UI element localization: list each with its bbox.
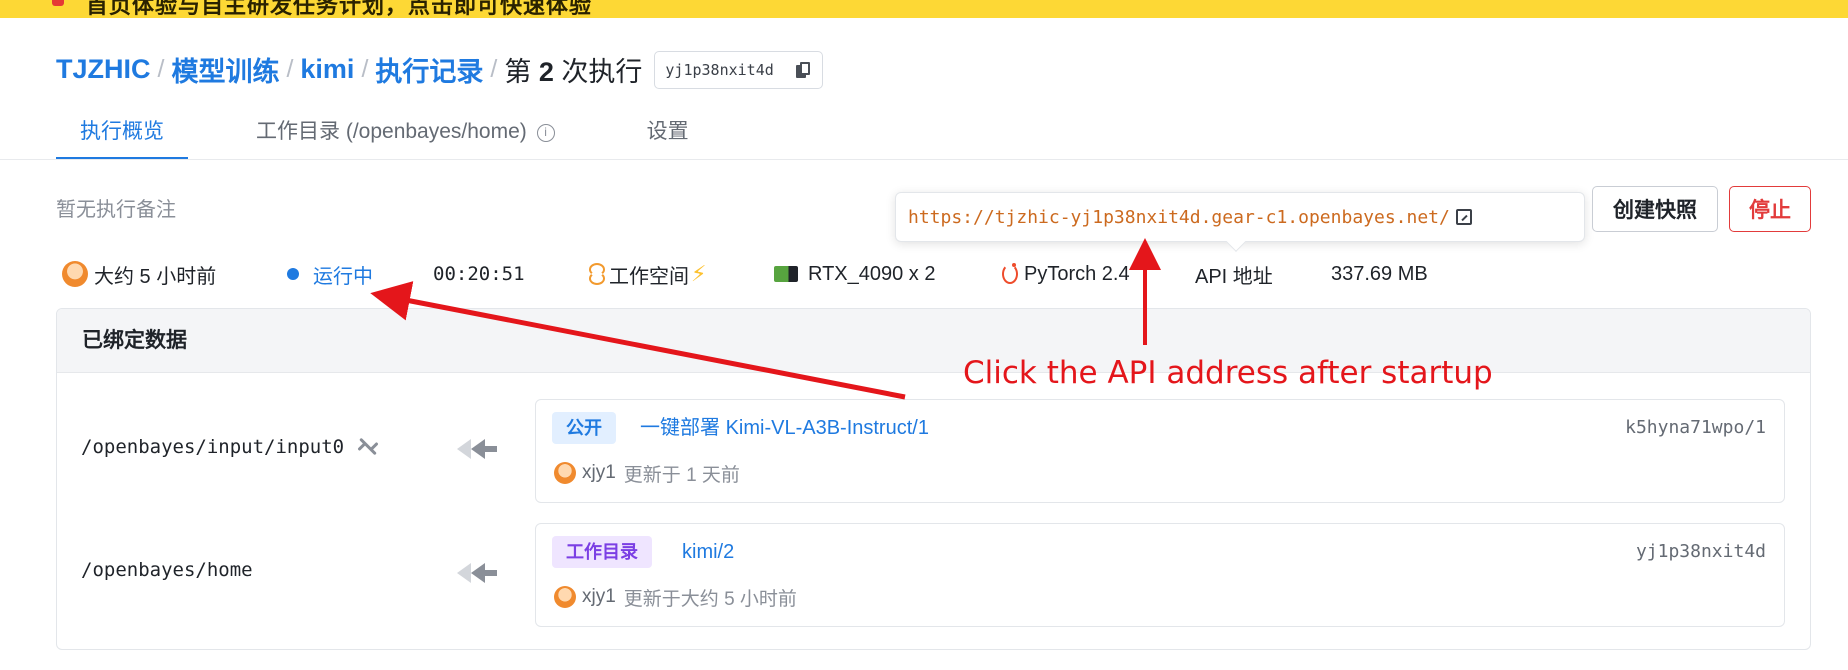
breadcrumb-separator: /	[490, 55, 498, 83]
avatar	[554, 586, 576, 608]
external-link-icon[interactable]	[1455, 209, 1472, 225]
avatar	[554, 462, 576, 484]
run-id-text: yj1p38nxit4d	[665, 60, 774, 79]
nvidia-gpu-icon	[774, 266, 798, 282]
tab-overview[interactable]: 执行概览	[56, 116, 188, 160]
breadcrumb-separator: /	[361, 55, 369, 83]
notice-bar[interactable]: 首页体验与自主研发任务计划，点击即可快速体验	[0, 0, 1848, 18]
binding-row: /openbayes/home 工作目录 kimi/2 yj1p38nxit4d…	[57, 523, 1810, 627]
binding-source-link[interactable]: kimi/2	[682, 536, 734, 568]
tag-workdir: 工作目录	[552, 536, 652, 568]
status-dot-icon	[287, 268, 299, 280]
meta-duration: 00:20:51	[433, 263, 525, 285]
binding-source-id: k5hyna71wpo/1	[1625, 417, 1766, 438]
api-url-link[interactable]: https://tjzhic-yj1p38nxit4d.gear-c1.open…	[908, 207, 1450, 228]
breadcrumb-org[interactable]: TJZHIC	[56, 54, 151, 85]
copy-icon[interactable]	[795, 61, 810, 78]
binding-card[interactable]: 公开 一键部署 Kimi-VL-A3B-Instruct/1 k5hyna71w…	[535, 399, 1785, 503]
api-url-tooltip: https://tjzhic-yj1p38nxit4d.gear-c1.open…	[895, 192, 1585, 252]
status-text: 运行中	[313, 265, 373, 288]
api-address-link[interactable]: API 地址	[1195, 258, 1273, 290]
breadcrumb: TJZHIC / 模型训练 / kimi / 执行记录 / 第 2 次执行 yj…	[56, 50, 823, 89]
info-icon[interactable]: i	[536, 124, 555, 142]
gpu-text: RTX_4090 x 2	[808, 262, 936, 285]
binding-updated-text: 更新于 1 天前	[623, 464, 740, 486]
notice-icon	[52, 0, 64, 6]
bound-data-title: 已绑定数据	[57, 309, 1810, 373]
binding-path: /openbayes/input/input0	[81, 435, 380, 459]
breadcrumb-project[interactable]: 模型训练	[171, 50, 279, 89]
tab-settings[interactable]: 设置	[623, 116, 713, 160]
tabs-divider	[0, 159, 1848, 160]
left-arrow-icon	[457, 437, 501, 461]
binding-user[interactable]: xjy1	[582, 462, 616, 484]
binding-user[interactable]: xjy1	[582, 586, 616, 608]
meta-gpu: RTX_4090 x 2	[774, 258, 936, 290]
meta-size: 337.69 MB	[1331, 262, 1428, 285]
unlink-icon[interactable]	[356, 435, 380, 459]
breadcrumb-current: 第 2 次执行	[504, 57, 643, 87]
workspace-label: 工作空间	[609, 265, 689, 288]
binding-path: /openbayes/home	[81, 559, 253, 581]
run-meta-row: 大约 5 小时前 运行中 00:20:51 工作空间 ⚡ RTX_4090 x …	[62, 258, 1542, 290]
binding-source-id: yj1p38nxit4d	[1635, 541, 1766, 562]
stop-button[interactable]: 停止	[1729, 186, 1811, 232]
left-arrow-icon	[457, 561, 501, 585]
binding-updated: xjy1 更新于 1 天前	[554, 458, 740, 488]
meta-framework: PyTorch 2.4	[1002, 258, 1130, 290]
binding-row: /openbayes/input/input0 公开 一键部署 Kimi-VL-…	[57, 399, 1810, 503]
tag-public: 公开	[552, 412, 616, 444]
run-note: 暂无执行备注	[56, 199, 176, 221]
tab-bar: 执行概览 工作目录 (/openbayes/home) i 设置	[56, 116, 757, 160]
annotation-text: Click the API address after startup	[963, 355, 1493, 391]
breadcrumb-separator: /	[286, 55, 294, 83]
bolt-icon: ⚡	[691, 261, 707, 286]
meta-workspace[interactable]: 工作空间 ⚡	[587, 258, 706, 290]
binding-updated-text: 更新于大约 5 小时前	[623, 588, 797, 610]
notice-text: 首页体验与自主研发任务计划，点击即可快速体验	[86, 0, 593, 18]
workspace-icon	[587, 263, 605, 285]
meta-status: 运行中	[287, 258, 373, 290]
breadcrumb-separator: /	[157, 55, 165, 83]
binding-card[interactable]: 工作目录 kimi/2 yj1p38nxit4d xjy1 更新于大约 5 小时…	[535, 523, 1785, 627]
create-snapshot-button[interactable]: 创建快照	[1592, 186, 1718, 232]
binding-source-link[interactable]: 一键部署 Kimi-VL-A3B-Instruct/1	[640, 412, 929, 444]
breadcrumb-section[interactable]: 执行记录	[375, 50, 483, 89]
binding-updated: xjy1 更新于大约 5 小时前	[554, 582, 797, 612]
tooltip-arrow	[1226, 232, 1246, 252]
run-id-chip: yj1p38nxit4d	[654, 50, 823, 89]
framework-text: PyTorch 2.4	[1024, 262, 1130, 285]
tab-workdir[interactable]: 工作目录 (/openbayes/home) i	[232, 116, 579, 160]
started-text: 大约 5 小时前	[94, 265, 217, 288]
breadcrumb-repo[interactable]: kimi	[300, 54, 354, 85]
avatar	[62, 261, 88, 287]
meta-started: 大约 5 小时前	[62, 258, 216, 290]
bound-data-panel: 已绑定数据 /openbayes/input/input0 公开 一键部署 Ki…	[56, 308, 1811, 650]
pytorch-icon	[1002, 263, 1018, 284]
